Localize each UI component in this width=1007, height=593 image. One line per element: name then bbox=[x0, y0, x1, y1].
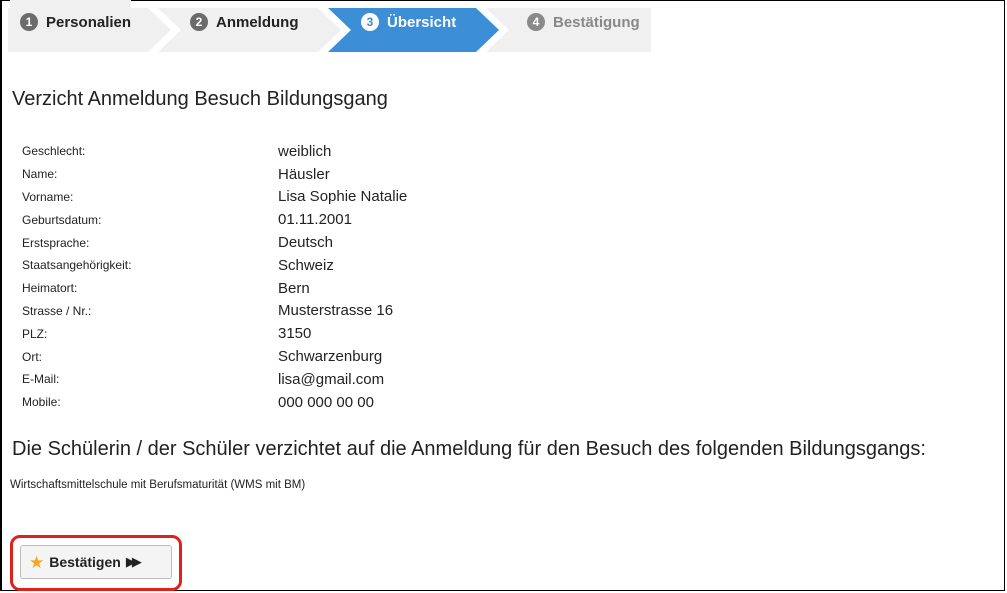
step-number-2: 2 bbox=[190, 13, 208, 31]
field-row-strasse: Strasse / Nr.: Musterstrasse 16 bbox=[22, 300, 722, 323]
confirm-highlight: ★ Bestätigen ▶▶ bbox=[10, 535, 182, 591]
field-label: Geburtsdatum: bbox=[22, 212, 102, 227]
field-row-erstsprache: Erstsprache: Deutsch bbox=[22, 231, 722, 254]
field-value: Bern bbox=[278, 279, 310, 297]
step-uebersicht[interactable]: 3 Übersicht bbox=[351, 0, 456, 44]
field-label: Geschlecht: bbox=[22, 144, 86, 159]
field-value: Deutsch bbox=[278, 234, 334, 252]
field-row-geburtsdatum: Geburtsdatum: 01.11.2001 bbox=[22, 208, 722, 231]
field-value: Schwarzenburg bbox=[278, 348, 383, 366]
star-icon: ★ bbox=[29, 552, 45, 572]
field-row-heimatort: Heimatort: Bern bbox=[22, 277, 722, 300]
step-number-4: 4 bbox=[527, 13, 545, 31]
field-row-geschlecht: Geschlecht: weiblich bbox=[22, 140, 722, 163]
field-row-plz: PLZ: 3150 bbox=[22, 322, 722, 345]
step-label-uebersicht: Übersicht bbox=[387, 13, 457, 31]
step-personalien[interactable]: 1 Personalien bbox=[10, 0, 132, 44]
field-label: PLZ: bbox=[22, 326, 48, 341]
field-row-mobile: Mobile: 000 000 00 00 bbox=[22, 391, 722, 414]
field-label: Vorname: bbox=[22, 189, 74, 204]
field-value: 000 000 00 00 bbox=[278, 393, 374, 411]
step-label-anmeldung: Anmeldung bbox=[216, 13, 299, 31]
field-label: Strasse / Nr.: bbox=[22, 303, 92, 318]
field-value: 3150 bbox=[278, 325, 312, 343]
field-value: weiblich bbox=[278, 142, 332, 160]
field-row-ort: Ort: Schwarzenburg bbox=[22, 345, 722, 368]
personal-data-list: Geschlecht: weiblich Name: Häusler Vorname… bbox=[22, 140, 722, 414]
field-label: Ort: bbox=[22, 349, 42, 364]
step-anmeldung[interactable]: 2 Anmeldung bbox=[180, 0, 299, 44]
confirm-button[interactable]: ★ Bestätigen ▶▶ bbox=[20, 545, 172, 579]
field-value: lisa@gmail.com bbox=[278, 370, 385, 388]
field-label: Heimatort: bbox=[22, 281, 78, 296]
field-value: Schweiz bbox=[278, 256, 334, 274]
program-name: Wirtschaftsmittelschule mit Berufsmaturi… bbox=[10, 479, 306, 491]
step-number-1: 1 bbox=[20, 13, 38, 31]
field-label: Erstsprache: bbox=[22, 235, 90, 250]
field-label: Name: bbox=[22, 167, 58, 182]
field-value: Lisa Sophie Natalie bbox=[278, 188, 408, 206]
step-label-bestaetigung: Bestätigung bbox=[553, 13, 640, 31]
confirm-button-label: Bestätigen bbox=[49, 554, 121, 570]
field-row-vorname: Vorname: Lisa Sophie Natalie bbox=[22, 186, 722, 209]
fast-forward-icon: ▶▶ bbox=[125, 554, 142, 569]
waiver-statement: Die Schülerin / der Schüler verzichtet a… bbox=[12, 438, 926, 460]
field-row-email: E-Mail: lisa@gmail.com bbox=[22, 368, 722, 391]
field-row-staatsangehoerigkeit: Staatsangehörigkeit: Schweiz bbox=[22, 254, 722, 277]
field-value: 01.11.2001 bbox=[278, 211, 352, 229]
field-value: Häusler bbox=[278, 165, 330, 183]
page-title: Verzicht Anmeldung Besuch Bildungsgang bbox=[12, 88, 388, 110]
step-label-personalien: Personalien bbox=[46, 13, 132, 31]
field-value: Musterstrasse 16 bbox=[278, 302, 394, 320]
field-label: Staatsangehörigkeit: bbox=[22, 258, 132, 273]
field-row-name: Name: Häusler bbox=[22, 163, 722, 186]
step-number-3: 3 bbox=[361, 13, 379, 31]
field-label: E-Mail: bbox=[22, 372, 60, 387]
step-bestaetigung[interactable]: 4 Bestätigung bbox=[517, 0, 640, 44]
field-label: Mobile: bbox=[22, 395, 61, 410]
